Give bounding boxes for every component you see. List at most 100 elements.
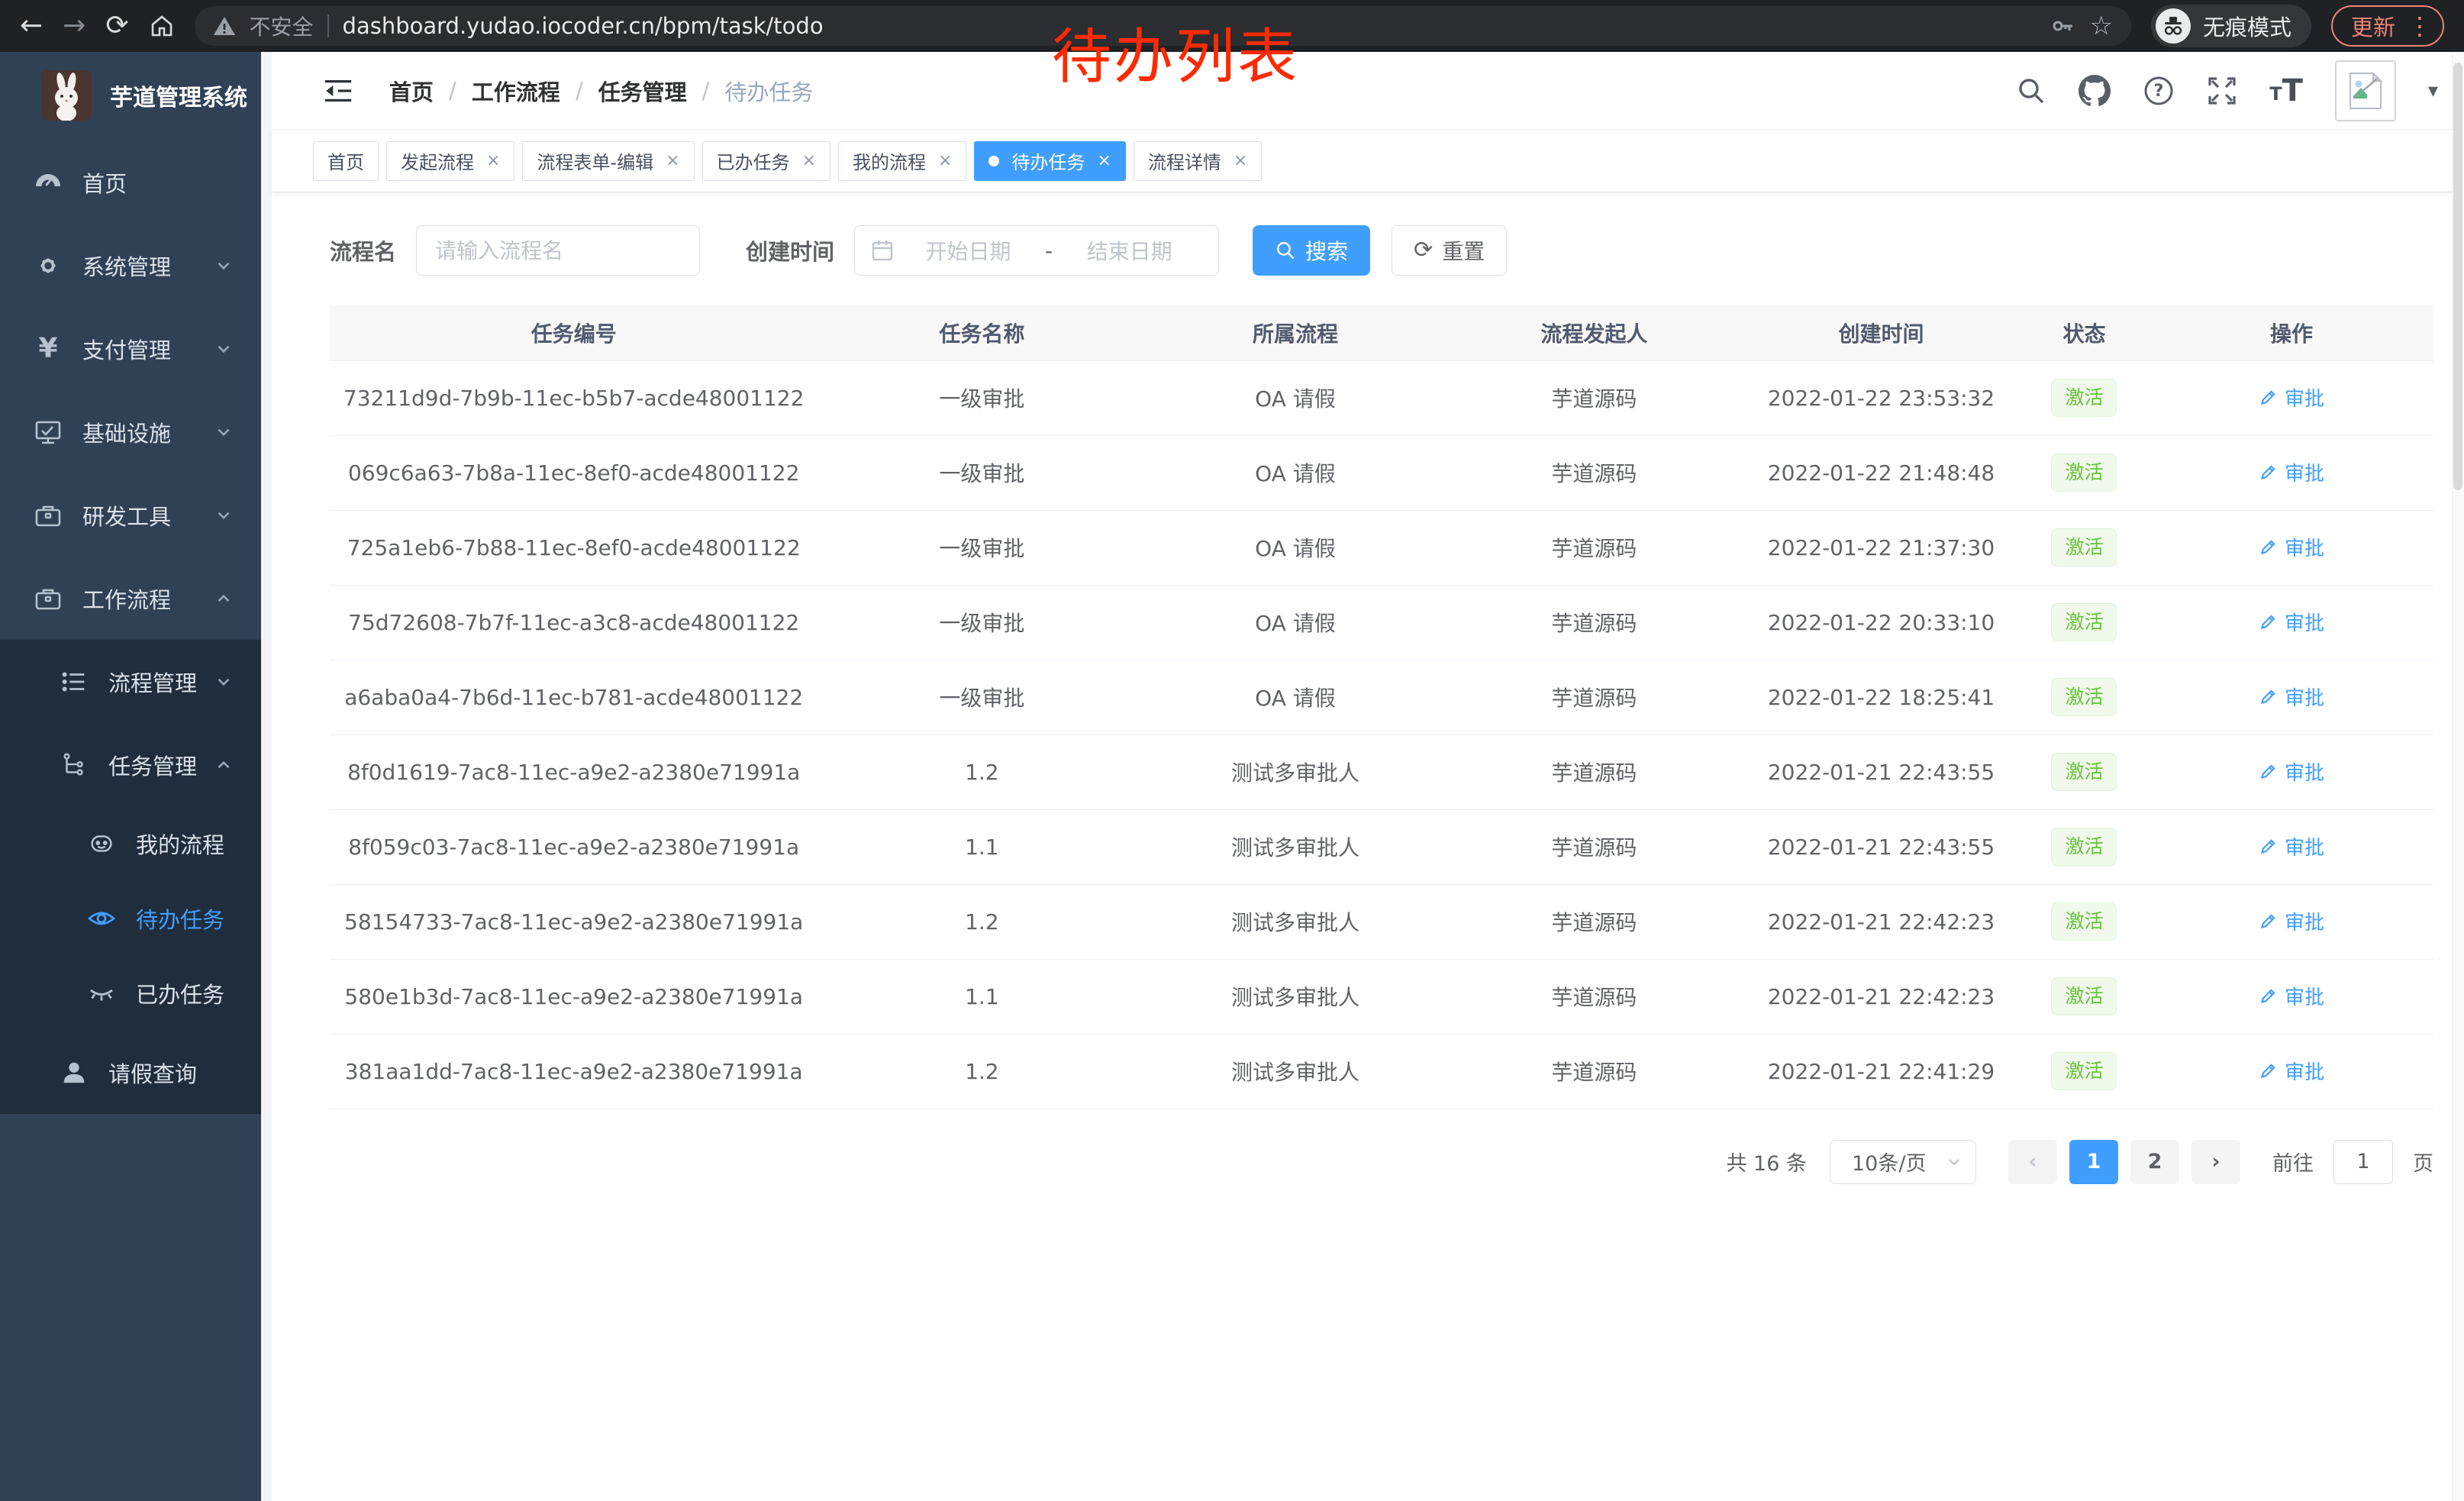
cell-initiator: 芋道源码: [1445, 660, 1743, 734]
tag-process-detail[interactable]: 流程详情 ×: [1134, 141, 1262, 181]
sidebar-item-system[interactable]: 系统管理: [0, 224, 261, 307]
approve-link[interactable]: 审批: [2259, 458, 2324, 486]
url-text[interactable]: dashboard.yudao.iocoder.cn/bpm/task/todo: [343, 13, 824, 39]
tag-form-edit[interactable]: 流程表单-编辑 ×: [522, 141, 694, 181]
key-icon[interactable]: [2050, 13, 2075, 39]
approve-link[interactable]: 审批: [2259, 383, 2324, 412]
next-page-button[interactable]: ›: [2191, 1140, 2240, 1184]
approve-link[interactable]: 审批: [2259, 533, 2324, 561]
approve-link[interactable]: 审批: [2259, 832, 2324, 860]
status-badge: 激活: [2051, 902, 2117, 941]
app-logo-row[interactable]: 芋道管理系统: [0, 52, 261, 140]
update-button[interactable]: 更新 ⋮: [2331, 5, 2444, 47]
page-2-button[interactable]: 2: [2130, 1140, 2179, 1184]
sidebar-item-workflow[interactable]: 工作流程: [0, 557, 261, 640]
active-dot: [989, 156, 999, 166]
page-1-button[interactable]: 1: [2069, 1140, 2118, 1184]
status-badge: 激活: [2051, 678, 2117, 716]
page-size-select[interactable]: 10条/页: [1830, 1140, 1976, 1184]
close-icon[interactable]: ×: [1234, 153, 1247, 169]
bookmark-star-icon[interactable]: ☆: [2089, 13, 2112, 39]
cell-process: OA 请假: [1146, 510, 1444, 585]
cell-process: 测试多审批人: [1146, 809, 1444, 884]
filter-form: 流程名 创建时间 开始日期 - 结束日期: [330, 223, 2433, 278]
sidebar-item-leave-query[interactable]: 请假查询: [0, 1031, 261, 1114]
prev-page-button[interactable]: ‹: [2008, 1140, 2057, 1184]
reset-button[interactable]: ⟳ 重置: [1392, 225, 1507, 276]
cell-task-id: 75d72608-7b7f-11ec-a3c8-acde48001122: [330, 585, 818, 660]
breadcrumb-task-mgmt[interactable]: 任务管理: [598, 75, 687, 107]
edit-pencil-icon: [2259, 388, 2278, 407]
sidebar-item-process-mgmt[interactable]: 流程管理: [0, 640, 261, 723]
status-badge: 激活: [2051, 454, 2117, 492]
avatar[interactable]: [2335, 60, 2396, 121]
chevron-down-icon: [214, 339, 234, 359]
approve-label: 审批: [2285, 533, 2324, 561]
breadcrumb-home[interactable]: 首页: [389, 75, 434, 107]
sidebar: 芋道管理系统 首页: [0, 52, 261, 1501]
reload-icon[interactable]: ⟳: [105, 12, 128, 40]
search-icon[interactable]: [2016, 76, 2046, 106]
goto-page-input[interactable]: [2333, 1140, 2393, 1184]
process-name-input[interactable]: [416, 225, 700, 276]
create-time-label: 创建时间: [746, 234, 834, 266]
cell-task-name: 一级审批: [818, 360, 1146, 435]
dashboard-icon: [31, 167, 66, 198]
approve-link[interactable]: 审批: [2259, 1057, 2324, 1085]
sidebar-fold-icon[interactable]: [322, 75, 354, 107]
tag-start-process[interactable]: 发起流程 ×: [386, 141, 514, 181]
tag-done-tasks[interactable]: 已办任务 ×: [702, 141, 830, 181]
window-scrollbar[interactable]: [2452, 52, 2464, 1501]
approve-link[interactable]: 审批: [2259, 907, 2324, 935]
breadcrumb-workflow[interactable]: 工作流程: [472, 75, 560, 107]
close-icon[interactable]: ×: [938, 153, 952, 169]
sidebar-item-my-process[interactable]: 我的流程: [0, 806, 261, 881]
close-icon[interactable]: ×: [802, 153, 816, 169]
scrollbar-thumb[interactable]: [2453, 63, 2462, 490]
date-range-input[interactable]: 开始日期 - 结束日期: [854, 225, 1219, 276]
flow-nodes-icon: [56, 750, 92, 780]
tag-todo-tasks[interactable]: 待办任务 ×: [974, 141, 1125, 181]
github-icon[interactable]: [2079, 75, 2111, 107]
tag-my-process[interactable]: 我的流程 ×: [838, 141, 966, 181]
cell-process: 测试多审批人: [1146, 884, 1444, 959]
search-button[interactable]: 搜索: [1253, 225, 1370, 276]
tag-home[interactable]: 首页: [313, 141, 379, 181]
approve-link[interactable]: 审批: [2259, 683, 2324, 711]
sidebar-item-done-tasks[interactable]: 已办任务: [0, 956, 261, 1031]
security-label[interactable]: 不安全: [250, 11, 314, 41]
approve-link[interactable]: 审批: [2259, 757, 2324, 786]
status-badge: 激活: [2051, 828, 2117, 866]
approve-link[interactable]: 审批: [2259, 608, 2324, 636]
home-icon[interactable]: [149, 13, 175, 39]
search-icon: [1275, 240, 1296, 261]
back-icon[interactable]: ←: [20, 12, 43, 40]
sidebar-item-devtools[interactable]: 研发工具: [0, 473, 261, 557]
close-icon[interactable]: ×: [1097, 153, 1111, 169]
close-icon[interactable]: ×: [486, 153, 500, 169]
font-size-icon[interactable]: TT: [2269, 77, 2303, 105]
approve-link[interactable]: 审批: [2259, 982, 2324, 1010]
cell-process: 测试多审批人: [1146, 1034, 1444, 1109]
sidebar-item-infra[interactable]: 基础设施: [0, 390, 261, 473]
cell-task-name: 1.2: [818, 884, 1146, 959]
table-row: 069c6a63-7b8a-11ec-8ef0-acde48001122 一级审…: [330, 435, 2433, 510]
avatar-dropdown-icon[interactable]: ▾: [2428, 79, 2438, 102]
browser-menu-icon[interactable]: ⋮: [2408, 14, 2432, 38]
forward-icon[interactable]: →: [63, 12, 85, 40]
fullscreen-icon[interactable]: [2207, 76, 2237, 106]
close-icon[interactable]: ×: [666, 153, 679, 169]
cell-initiator: 芋道源码: [1445, 435, 1743, 510]
start-date-placeholder: 开始日期: [895, 235, 1042, 266]
table-row: 381aa1dd-7ac8-11ec-a9e2-a2380e71991a 1.2…: [330, 1034, 2433, 1109]
help-icon[interactable]: ?: [2143, 75, 2175, 107]
sidebar-item-todo-tasks[interactable]: 待办任务: [0, 881, 261, 956]
security-warning-icon[interactable]: [213, 15, 236, 37]
cell-create-time: 2022-01-21 22:43:55: [1743, 809, 2019, 884]
sidebar-item-payment[interactable]: ¥ 支付管理: [0, 307, 261, 390]
sidebar-item-task-mgmt[interactable]: 任务管理: [0, 723, 261, 806]
refresh-icon: ⟳: [1414, 239, 1433, 262]
sidebar-item-home[interactable]: 首页: [0, 140, 261, 224]
sidebar-scrollbar[interactable]: [261, 52, 272, 1501]
breadcrumb-separator: /: [576, 78, 583, 104]
